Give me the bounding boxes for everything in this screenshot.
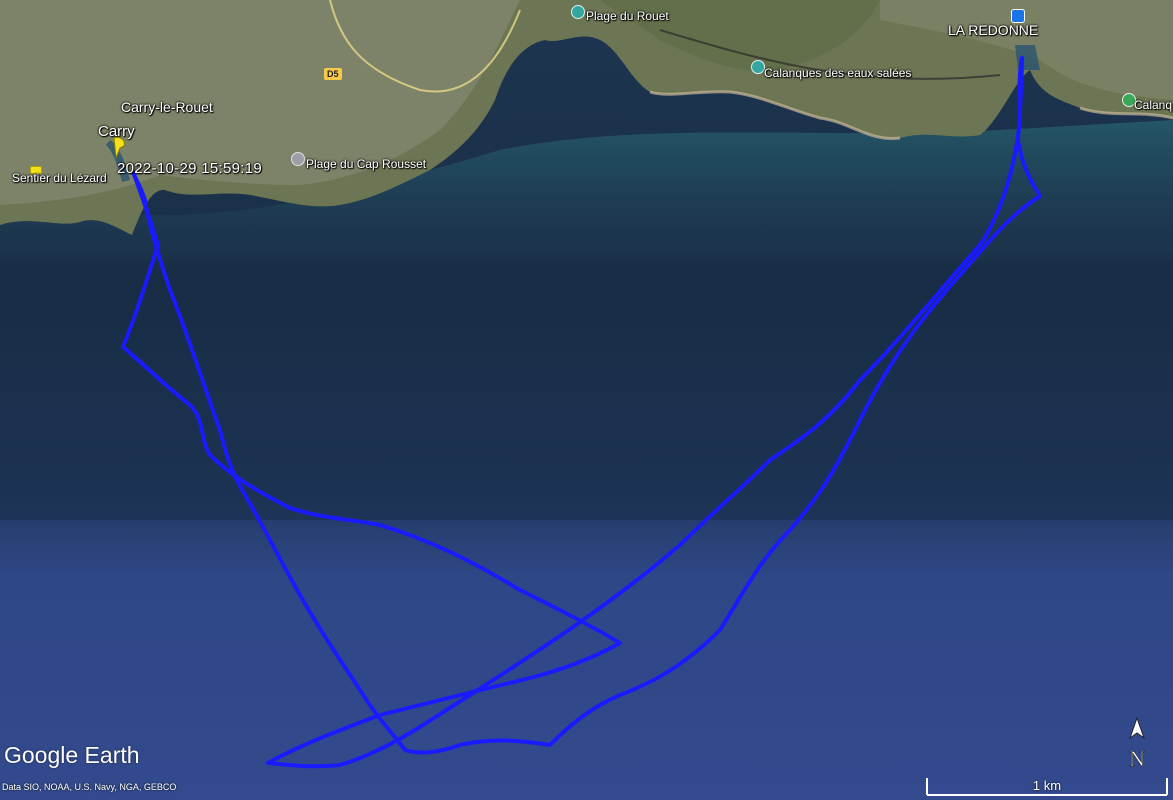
label-calanq[interactable]: Calanq (1134, 98, 1172, 112)
label-plage-cap-rousset[interactable]: Plage du Cap Rousset (306, 157, 426, 171)
train-station-icon[interactable] (1011, 9, 1025, 23)
label-calanques-eaux-salees[interactable]: Calanques des eaux salées (764, 66, 911, 80)
scale-label: 1 km (1032, 778, 1062, 793)
map-view[interactable]: Carry-le-Rouet Carry Sentier du Lézard P… (0, 0, 1173, 800)
satellite-imagery (0, 0, 1173, 800)
compass-letter: N (1129, 746, 1145, 771)
beach-pin-icon[interactable] (571, 5, 585, 19)
label-plage-rouet[interactable]: Plage du Rouet (586, 9, 669, 23)
pushpin-icon[interactable] (108, 136, 130, 160)
label-sentier-lezard[interactable]: Sentier du Lézard (12, 171, 107, 185)
label-carry-le-rouet[interactable]: Carry-le-Rouet (121, 99, 213, 115)
beach-pin-icon[interactable] (291, 152, 305, 166)
google-earth-logo: Google Earth (4, 742, 140, 768)
north-compass-icon[interactable]: N (1122, 716, 1152, 772)
label-la-redonne[interactable]: LA REDONNE (948, 22, 1038, 38)
track-start-timestamp[interactable]: 2022-10-29 15:59:19 (117, 160, 262, 177)
data-credit: Data SIO, NOAA, U.S. Navy, NGA, GEBCO (2, 782, 177, 792)
road-d5-badge: D5 (324, 68, 342, 80)
place-pin-icon[interactable] (751, 60, 765, 74)
